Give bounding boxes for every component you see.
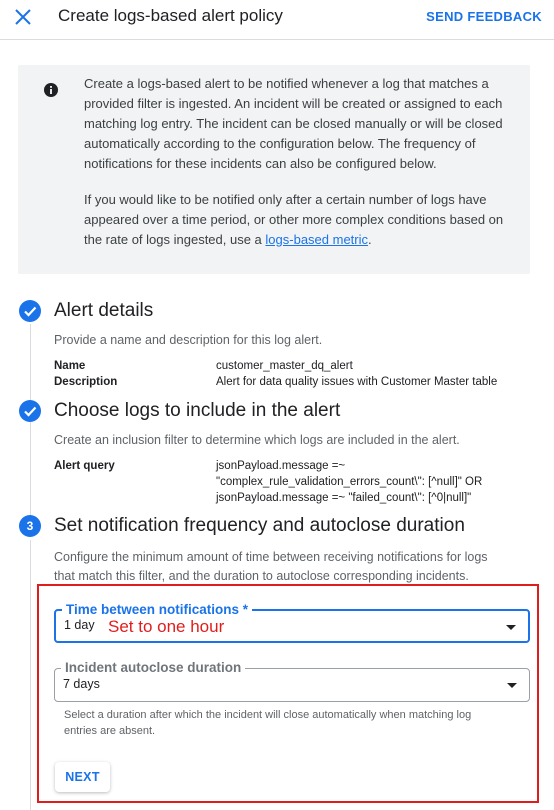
step-1-title[interactable]: Alert details [54,300,153,322]
step-3-title: Set notification frequency and autoclose… [54,515,465,536]
incident-autoclose-duration-label: Incident autoclose duration [61,660,246,675]
step-1-check-icon [19,300,41,322]
step-3-description-line-1: Configure the minimum amount of time bet… [54,550,488,564]
info-text: Create a logs-based alert to be notified… [84,74,510,250]
alert-query-line-2: "complex_rule_validation_errors_count\":… [216,476,483,488]
step-2-title[interactable]: Choose logs to include in the alert [54,400,340,422]
annotation-text: Set to one hour [108,617,225,636]
info-banner: Create a logs-based alert to be notified… [18,65,530,274]
autoclose-hint: Select a duration after which the incide… [64,709,472,737]
info-paragraph-2: If you would like to be notified only af… [84,190,510,250]
send-feedback-button[interactable]: SEND FEEDBACK [426,9,542,24]
alert-query-line-3: jsonPayload.message =~ "failed_count\": … [216,492,472,504]
stepper-line-3 [30,540,31,810]
next-button[interactable]: NEXT [55,762,110,792]
name-value: customer_master_dq_alert [216,360,353,372]
alert-query-label: Alert query [54,460,115,472]
chevron-down-icon [507,683,517,688]
step-1-description: Provide a name and description for this … [54,333,323,347]
incident-autoclose-duration-select[interactable]: Incident autoclose duration 7 days [54,660,530,702]
close-icon[interactable] [12,6,34,28]
time-between-notifications-label: Time between notifications * [62,602,253,617]
step-2-description: Create an inclusion filter to determine … [54,433,460,447]
chevron-down-icon [506,625,516,630]
info-icon [44,83,58,97]
step-2-check-icon [19,400,41,422]
stepper-line-2 [30,422,31,516]
incident-autoclose-duration-value: 7 days [63,677,100,691]
description-label: Description [54,376,118,388]
description-value: Alert for data quality issues with Custo… [216,376,498,388]
step-3-number: 3 [19,515,41,537]
top-bar: Create logs-based alert policy SEND FEED… [0,0,554,40]
info-paragraph-2-end: . [368,232,372,247]
name-label: Name [54,360,86,372]
logs-based-metric-link[interactable]: logs-based metric [265,232,368,247]
page-title: Create logs-based alert policy [58,6,283,25]
time-between-notifications-value: 1 day [64,618,95,632]
step-3-description-line-2: that match this filter, and the duration… [54,569,469,583]
alert-query-line-1: jsonPayload.message =~ [216,460,346,472]
info-paragraph-1: Create a logs-based alert to be notified… [84,76,503,171]
stepper-line-1 [30,324,31,402]
